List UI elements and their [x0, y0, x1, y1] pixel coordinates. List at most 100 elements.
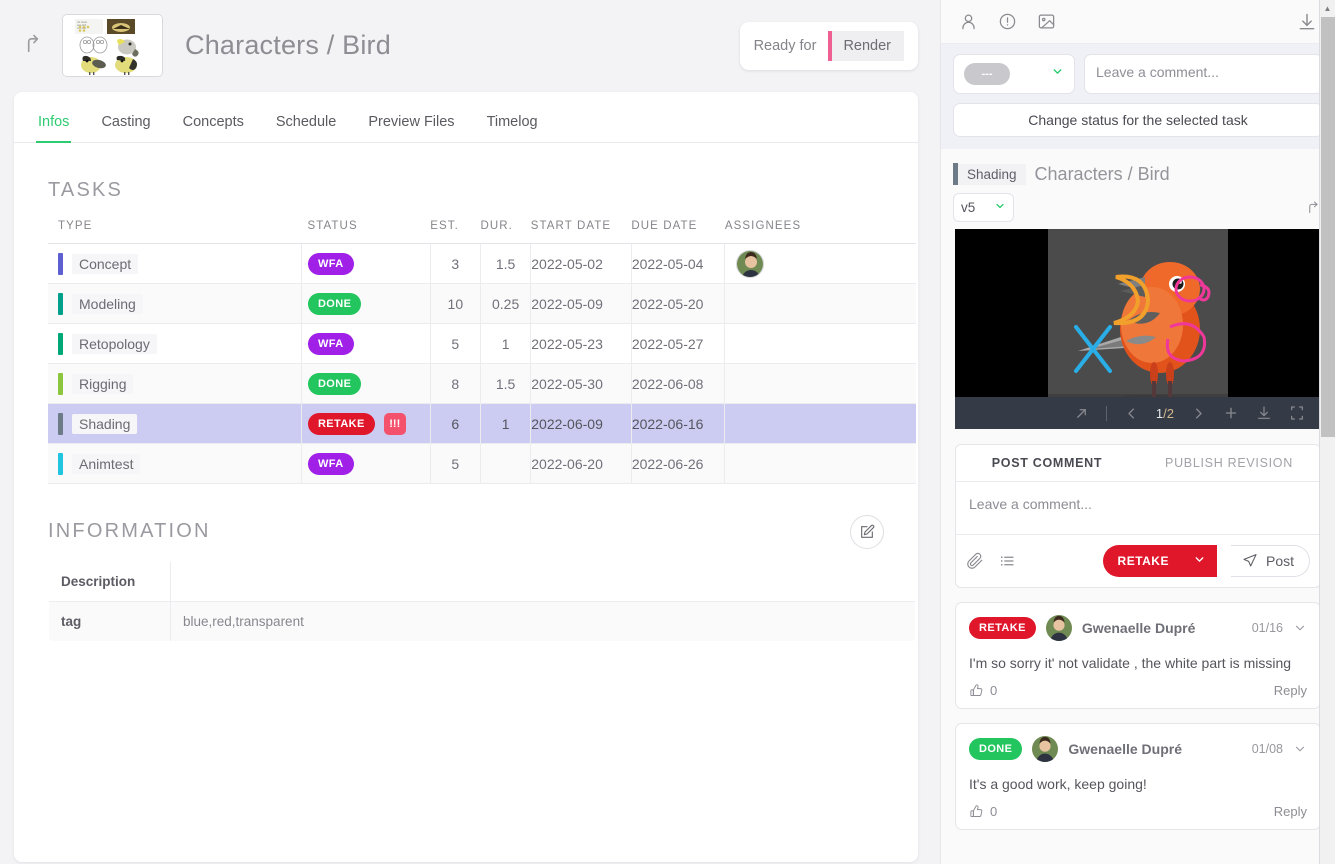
task-start-date-cell: 2022-05-30: [530, 363, 632, 404]
tab-timelog[interactable]: Timelog: [485, 114, 540, 143]
status-badge[interactable]: WFA: [307, 452, 354, 475]
status-badge[interactable]: WFA: [307, 332, 354, 355]
checklist-icon[interactable]: [998, 552, 1016, 570]
entity-thumbnail[interactable]: ref sheet aaa bbb ccc ddd: [62, 13, 163, 77]
plus-icon[interactable]: [1223, 405, 1239, 421]
avatar[interactable]: [1032, 736, 1059, 762]
paperclip-icon[interactable]: [966, 552, 984, 570]
task-due-date-cell: 2022-06-26: [631, 443, 726, 484]
like-button[interactable]: 0: [969, 804, 997, 819]
fullscreen-icon[interactable]: [1289, 405, 1305, 421]
task-type-color-bar: [58, 332, 63, 355]
table-row[interactable]: Concept WFA 3 1.5 2022-05-02 2022-05-04: [48, 243, 916, 284]
task-type-label: Animtest: [72, 453, 141, 474]
col-header-dur: DUR.: [480, 220, 531, 244]
table-row[interactable]: Modeling DONE 10 0.25 2022-05-09 2022-05…: [48, 283, 916, 324]
tab-schedule[interactable]: Schedule: [274, 114, 338, 143]
post-comment-button[interactable]: Post: [1230, 545, 1310, 577]
chevron-down-icon: [1193, 553, 1206, 569]
status-badge[interactable]: DONE: [307, 292, 362, 315]
exclamation-circle-icon[interactable]: [998, 12, 1017, 31]
like-button[interactable]: 0: [969, 683, 997, 698]
task-type-color-bar: [58, 412, 63, 435]
change-status-button[interactable]: Change status for the selected task: [953, 103, 1323, 137]
information-row-description: Description: [49, 562, 915, 602]
task-due-date-cell: 2022-05-20: [631, 283, 726, 324]
task-assignees-cell: [724, 363, 916, 404]
reply-button[interactable]: Reply: [1274, 683, 1307, 698]
tab-preview-files[interactable]: Preview Files: [366, 114, 456, 143]
edit-information-button[interactable]: [850, 514, 884, 549]
like-count: 0: [990, 804, 998, 819]
render-tag: Render: [828, 31, 904, 61]
task-type-label: Retopology: [72, 333, 157, 354]
sidebar-scrollbar[interactable]: ▲: [1319, 0, 1335, 864]
comment-status-badge: DONE: [969, 738, 1023, 760]
task-est-cell: 6: [430, 403, 481, 444]
task-due-date-cell: 2022-06-16: [631, 403, 726, 444]
person-icon[interactable]: [959, 12, 978, 31]
expand-icon[interactable]: [1074, 406, 1089, 421]
task-status-cell[interactable]: DONE: [301, 283, 431, 324]
status-badge[interactable]: WFA: [307, 252, 354, 275]
task-sidebar: --- Leave a comment... Change status for…: [940, 0, 1335, 864]
task-start-date-cell: 2022-06-09: [530, 403, 632, 444]
comment-date: 01/16: [1251, 621, 1283, 635]
tab-casting[interactable]: Casting: [99, 114, 152, 143]
comment-status-badge: RETAKE: [969, 617, 1036, 639]
comment-input[interactable]: Leave a comment...: [956, 482, 1320, 535]
ready-for-badge[interactable]: Ready for Render: [739, 22, 918, 70]
task-due-date-cell: 2022-05-04: [631, 243, 726, 284]
task-status-cell[interactable]: WFA: [301, 323, 431, 364]
chevron-right-icon[interactable]: [1191, 406, 1206, 421]
task-type-cell: Shading: [48, 403, 302, 444]
tab-publish-revision[interactable]: PUBLISH REVISION: [1138, 445, 1320, 481]
status-select-value: ---: [964, 63, 1010, 85]
composer-status-button[interactable]: RETAKE: [1102, 545, 1217, 577]
preview-player[interactable]: 1/2: [955, 229, 1321, 429]
task-status-cell[interactable]: RETAKE !!!: [301, 403, 431, 444]
task-status-cell[interactable]: WFA: [301, 443, 431, 484]
avatar[interactable]: [736, 249, 765, 278]
scrollbar-up-arrow[interactable]: ▲: [1320, 0, 1335, 17]
chevron-down-icon: [1051, 65, 1064, 83]
image-icon[interactable]: [1037, 12, 1056, 31]
avatar[interactable]: [1045, 615, 1072, 641]
task-type-cell: Modeling: [48, 283, 302, 324]
information-section-title: INFORMATION: [48, 520, 211, 542]
priority-badge: !!!: [383, 412, 406, 435]
tab-infos[interactable]: Infos: [36, 114, 72, 143]
version-select-value: v5: [961, 200, 976, 215]
tab-concepts[interactable]: Concepts: [181, 114, 246, 143]
like-count: 0: [990, 683, 998, 698]
status-select[interactable]: ---: [953, 54, 1075, 94]
back-arrow-icon[interactable]: [14, 26, 52, 64]
table-row[interactable]: Shading RETAKE !!! 6 1 2022-06-09 2022-0…: [48, 403, 916, 444]
task-status-cell[interactable]: DONE: [301, 363, 431, 404]
tab-post-comment[interactable]: POST COMMENT: [956, 445, 1138, 481]
task-dur-cell: 1.5: [480, 243, 532, 284]
quick-comment-input[interactable]: Leave a comment...: [1084, 54, 1323, 94]
task-dur-cell: 1: [480, 403, 532, 444]
table-row[interactable]: Rigging DONE 8 1.5 2022-05-30 2022-06-08: [48, 363, 916, 404]
download-icon[interactable]: [1297, 12, 1317, 32]
task-status-cell[interactable]: WFA: [301, 243, 431, 284]
download-icon[interactable]: [1256, 405, 1272, 421]
task-assignees-cell: [724, 323, 916, 364]
table-row[interactable]: Animtest WFA 5 2022-06-20 2022-06-26: [48, 443, 916, 484]
chevron-down-icon[interactable]: [1293, 742, 1307, 756]
status-badge[interactable]: DONE: [307, 372, 362, 395]
table-row[interactable]: Retopology WFA 5 1 2022-05-23 2022-05-27: [48, 323, 916, 364]
task-dur-cell: 1.5: [480, 363, 532, 404]
chevron-down-icon[interactable]: [1293, 621, 1307, 635]
composer-status-label: RETAKE: [1117, 554, 1169, 568]
version-select[interactable]: v5: [953, 193, 1014, 222]
reply-button[interactable]: Reply: [1274, 804, 1307, 819]
task-type-cell: Retopology: [48, 323, 302, 364]
chevron-left-icon[interactable]: [1124, 406, 1139, 421]
scrollbar-thumb[interactable]: [1321, 17, 1335, 437]
content-card: Infos Casting Concepts Schedule Preview …: [14, 92, 918, 862]
task-assignees-cell: [724, 243, 916, 284]
status-badge[interactable]: RETAKE: [307, 412, 375, 435]
comment-author: Gwenaelle Dupré: [1068, 741, 1182, 757]
